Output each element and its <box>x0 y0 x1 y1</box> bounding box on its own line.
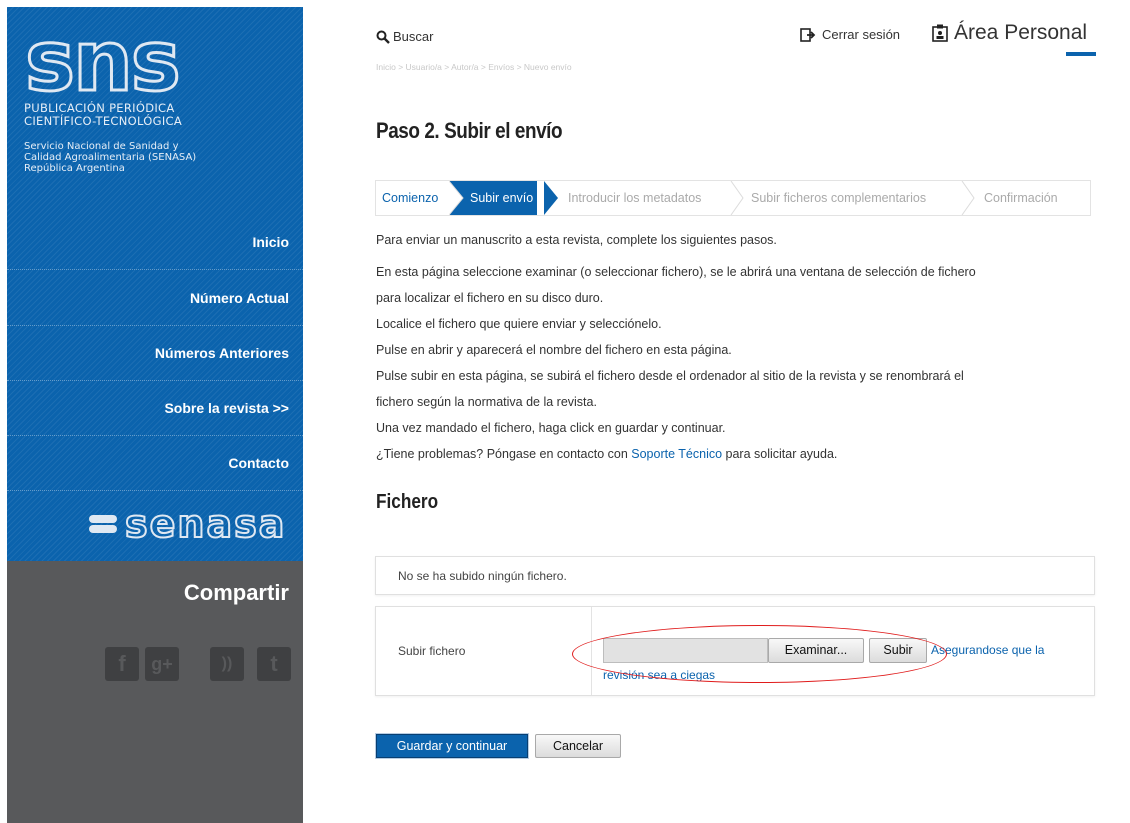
facebook-icon[interactable]: f <box>105 647 139 681</box>
uploaded-file-status: No se ha subido ningún fichero. <box>375 556 1095 595</box>
nav-inicio[interactable]: Inicio <box>7 214 303 270</box>
sns-logo[interactable]: sns <box>24 18 183 105</box>
service-line-2: Calidad Agroalimentaria (SENASA) <box>24 152 197 163</box>
upload-panel-divider <box>591 607 592 695</box>
step-progress: Comienzo Subir envío Introducir los meta… <box>375 180 1091 216</box>
id-card-icon <box>932 24 948 42</box>
nav-sobre-la-revista[interactable]: Sobre la revista >> <box>7 380 303 436</box>
file-section-title: Fichero <box>376 491 439 513</box>
upload-button[interactable]: Subir <box>869 638 927 663</box>
file-path-input[interactable] <box>603 638 768 663</box>
step-separator-icon <box>730 181 744 215</box>
help-suffix: para solicitar ayuda. <box>722 447 838 461</box>
browse-button[interactable]: Examinar... <box>768 638 864 663</box>
share-title: Compartir <box>183 580 289 605</box>
instruction-line: Para enviar un manuscrito a esta revista… <box>376 233 777 247</box>
search-icon <box>376 30 390 44</box>
instruction-line: Pulse en abrir y aparecerá el nombre del… <box>376 343 732 357</box>
service-line-3: República Argentina <box>24 163 125 174</box>
help-line: ¿Tiene problemas? Póngase en contacto co… <box>376 447 837 461</box>
nav-contacto[interactable]: Contacto <box>7 435 303 491</box>
senasa-mark-icon <box>89 513 117 535</box>
instruction-line: Localice el fichero que quiere enviar y … <box>376 317 662 331</box>
senasa-wordmark: senasa <box>124 501 287 547</box>
instruction-line: para localizar el fichero en su disco du… <box>376 291 604 305</box>
logout-link[interactable]: Cerrar sesión <box>800 27 900 42</box>
instruction-line: Pulse subir en esta página, se subirá el… <box>376 369 964 383</box>
step-confirmacion: Confirmación <box>984 191 1058 205</box>
sidebar: sns PUBLICACIÓN PERIÓDICA CIENTÍFICO-TEC… <box>7 7 303 823</box>
step-ficheros-complementarios: Subir ficheros complementarios <box>751 191 927 205</box>
step-active-notch-icon <box>449 181 464 215</box>
logout-icon <box>800 27 816 42</box>
step-active-arrow-icon <box>544 181 558 215</box>
search-label: Buscar <box>393 29 434 44</box>
step-comienzo[interactable]: Comienzo <box>382 181 438 215</box>
instruction-line: En esta página seleccione examinar (o se… <box>376 265 976 279</box>
instruction-line: fichero según la normativa de la revista… <box>376 395 597 409</box>
step-separator-icon <box>961 181 975 215</box>
rss-icon[interactable]: )) <box>210 647 244 681</box>
sidebar-header: sns PUBLICACIÓN PERIÓDICA CIENTÍFICO-TEC… <box>7 7 303 561</box>
no-file-text: No se ha subido ningún fichero. <box>398 569 567 583</box>
page-title: Paso 2. Subir el envío <box>376 118 563 143</box>
personal-area-underline <box>1066 52 1096 56</box>
google-plus-icon[interactable]: g+ <box>145 647 179 681</box>
blind-review-link[interactable]: Asegurandose que la <box>931 643 1044 657</box>
senasa-logo[interactable]: senasa <box>89 501 287 547</box>
service-line-1: Servicio Nacional de Sanidad y <box>24 141 179 152</box>
personal-area-link[interactable]: Área Personal <box>932 21 1087 45</box>
help-prefix: ¿Tiene problemas? Póngase en contacto co… <box>376 447 632 461</box>
search-link[interactable]: Buscar <box>376 29 433 44</box>
step-metadatos: Introducir los metadatos <box>568 191 702 205</box>
nav-numero-actual[interactable]: Número Actual <box>7 270 303 326</box>
personal-area-label: Área Personal <box>954 21 1088 44</box>
support-link[interactable]: Soporte Técnico <box>631 447 722 461</box>
twitter-icon[interactable]: t <box>257 647 291 681</box>
cancel-button[interactable]: Cancelar <box>535 734 621 758</box>
save-continue-button[interactable]: Guardar y continuar <box>375 733 529 759</box>
instruction-line: Una vez mandado el fichero, haga click e… <box>376 421 726 435</box>
breadcrumb[interactable]: Inicio > Usuario/a > Autor/a > Envíos > … <box>376 62 572 72</box>
nav-numeros-anteriores[interactable]: Números Anteriores <box>7 325 303 381</box>
upload-label: Subir fichero <box>398 644 466 658</box>
page: sns PUBLICACIÓN PERIÓDICA CIENTÍFICO-TEC… <box>0 0 1130 823</box>
blind-review-link-continued[interactable]: revisión sea a ciegas <box>603 668 715 682</box>
publication-line-2: CIENTÍFICO-TECNOLÓGICA <box>24 114 183 128</box>
logout-label: Cerrar sesión <box>822 27 901 42</box>
